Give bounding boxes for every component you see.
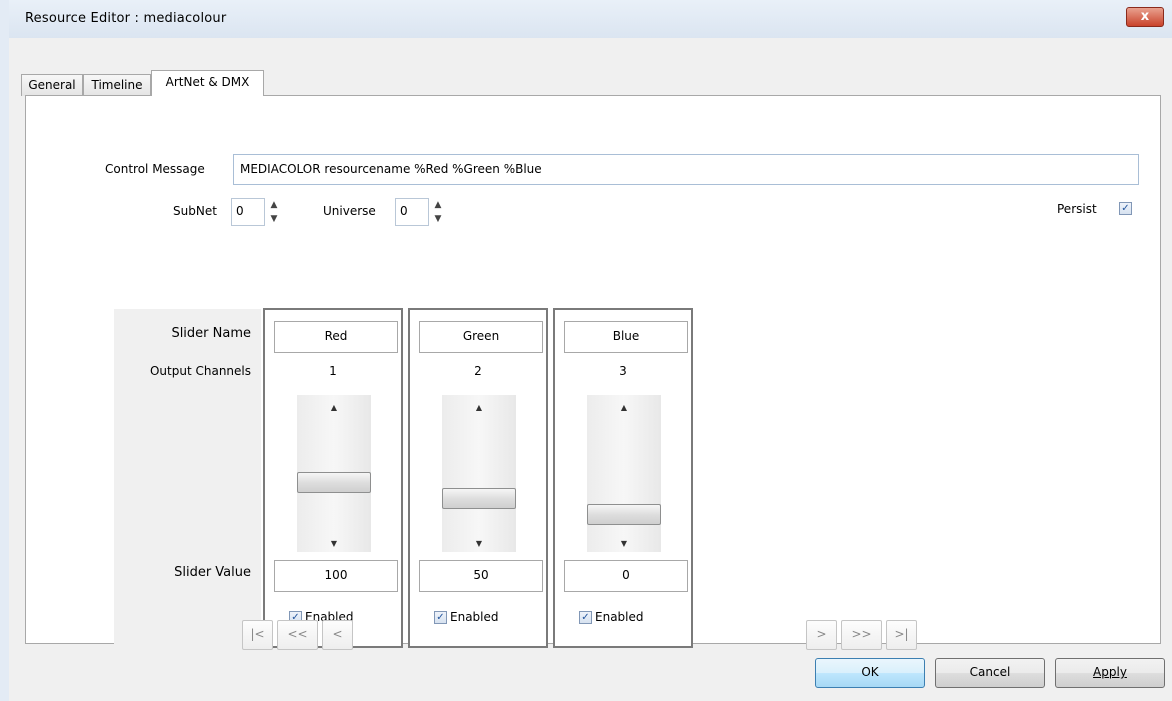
slider-value-field[interactable]: 0: [564, 560, 688, 592]
previous-page-button[interactable]: <<: [277, 620, 318, 650]
slider-track[interactable]: ▲ ▼: [587, 395, 661, 552]
slider-track[interactable]: ▲ ▼: [442, 395, 516, 552]
slider-thumb[interactable]: [442, 488, 516, 509]
slider-name-label: Slider Name: [171, 326, 251, 341]
universe-label: Universe: [323, 204, 376, 218]
universe-spin-buttons[interactable]: ▲ ▼: [431, 198, 445, 226]
slider-name-field[interactable]: Red: [274, 321, 398, 353]
spin-up-icon[interactable]: ▲: [431, 198, 445, 212]
enabled-label: Enabled: [450, 610, 499, 624]
ok-button[interactable]: OK: [815, 658, 925, 688]
slider-up-icon[interactable]: ▲: [587, 403, 661, 412]
slider-column-red: Red 1 ▲ ▼ 100 ✓ Enabled: [263, 308, 403, 648]
spin-down-icon[interactable]: ▼: [267, 212, 281, 226]
slider-columns: Red 1 ▲ ▼ 100 ✓ Enabled Green 2 ▲ ▼ 50 ✓…: [263, 308, 697, 649]
subnet-spin-buttons[interactable]: ▲ ▼: [267, 198, 281, 226]
slider-column-green: Green 2 ▲ ▼ 50 ✓ Enabled: [408, 308, 548, 648]
next-page-button[interactable]: >>: [841, 620, 882, 650]
slider-down-icon[interactable]: ▼: [442, 539, 516, 548]
dialog-client: General Timeline ArtNet & DMX Control Me…: [9, 38, 1172, 701]
slider-track[interactable]: ▲ ▼: [297, 395, 371, 552]
enabled-checkbox[interactable]: ✓: [434, 611, 447, 624]
close-button[interactable]: x: [1126, 7, 1164, 27]
title-bar[interactable]: Resource Editor : mediacolour x: [9, 0, 1172, 38]
slider-column-blue: Blue 3 ▲ ▼ 0 ✓ Enabled: [553, 308, 693, 648]
tab-timeline[interactable]: Timeline: [83, 74, 151, 96]
slider-thumb[interactable]: [587, 504, 661, 525]
check-icon: ✓: [1121, 203, 1130, 214]
cancel-button[interactable]: Cancel: [935, 658, 1045, 688]
output-channels-label: Output Channels: [149, 364, 251, 378]
slider-name-field[interactable]: Blue: [564, 321, 688, 353]
subnet-label: SubNet: [173, 204, 217, 218]
check-icon: ✓: [436, 612, 445, 623]
enabled-label: Enabled: [595, 610, 644, 624]
slider-up-icon[interactable]: ▲: [442, 403, 516, 412]
output-channel: 1: [329, 364, 337, 378]
control-message-input[interactable]: MEDIACOLOR resourcename %Red %Green %Blu…: [233, 154, 1139, 185]
output-channel: 2: [474, 364, 482, 378]
last-page-button[interactable]: >|: [886, 620, 917, 650]
persist-label: Persist: [1057, 202, 1097, 216]
window-title: Resource Editor : mediacolour: [25, 11, 227, 26]
tab-general[interactable]: General: [21, 74, 83, 96]
control-message-label: Control Message: [105, 162, 205, 176]
enabled-checkbox[interactable]: ✓: [579, 611, 592, 624]
subnet-spinner[interactable]: 0 ▲ ▼: [231, 198, 283, 226]
tab-artnet-dmx[interactable]: ArtNet & DMX: [151, 70, 264, 96]
apply-button[interactable]: Apply: [1055, 658, 1165, 688]
subnet-value[interactable]: 0: [231, 198, 265, 226]
artnet-dmx-panel: Control Message MEDIACOLOR resourcename …: [25, 95, 1161, 650]
apply-label: Apply: [1093, 665, 1127, 679]
slider-value-label: Slider Value: [174, 565, 251, 580]
slider-up-icon[interactable]: ▲: [297, 403, 371, 412]
close-icon: x: [1140, 9, 1150, 24]
window-border: [0, 0, 9, 701]
output-channel: 3: [619, 364, 627, 378]
check-icon: ✓: [581, 612, 590, 623]
slider-labels-column: Slider Name Output Channels Slider Value: [114, 309, 261, 647]
next-button[interactable]: >: [806, 620, 837, 650]
slider-name-field[interactable]: Green: [419, 321, 543, 353]
spin-down-icon[interactable]: ▼: [431, 212, 445, 226]
slider-thumb[interactable]: [297, 472, 371, 493]
first-page-button[interactable]: |<: [242, 620, 273, 650]
spin-up-icon[interactable]: ▲: [267, 198, 281, 212]
slider-down-icon[interactable]: ▼: [297, 539, 371, 548]
persist-checkbox[interactable]: ✓: [1119, 202, 1132, 215]
slider-down-icon[interactable]: ▼: [587, 539, 661, 548]
resource-editor-window: Resource Editor : mediacolour x General …: [0, 0, 1172, 701]
universe-value[interactable]: 0: [395, 198, 429, 226]
universe-spinner[interactable]: 0 ▲ ▼: [395, 198, 447, 226]
slider-value-field[interactable]: 50: [419, 560, 543, 592]
previous-button[interactable]: <: [322, 620, 353, 650]
slider-value-field[interactable]: 100: [274, 560, 398, 592]
